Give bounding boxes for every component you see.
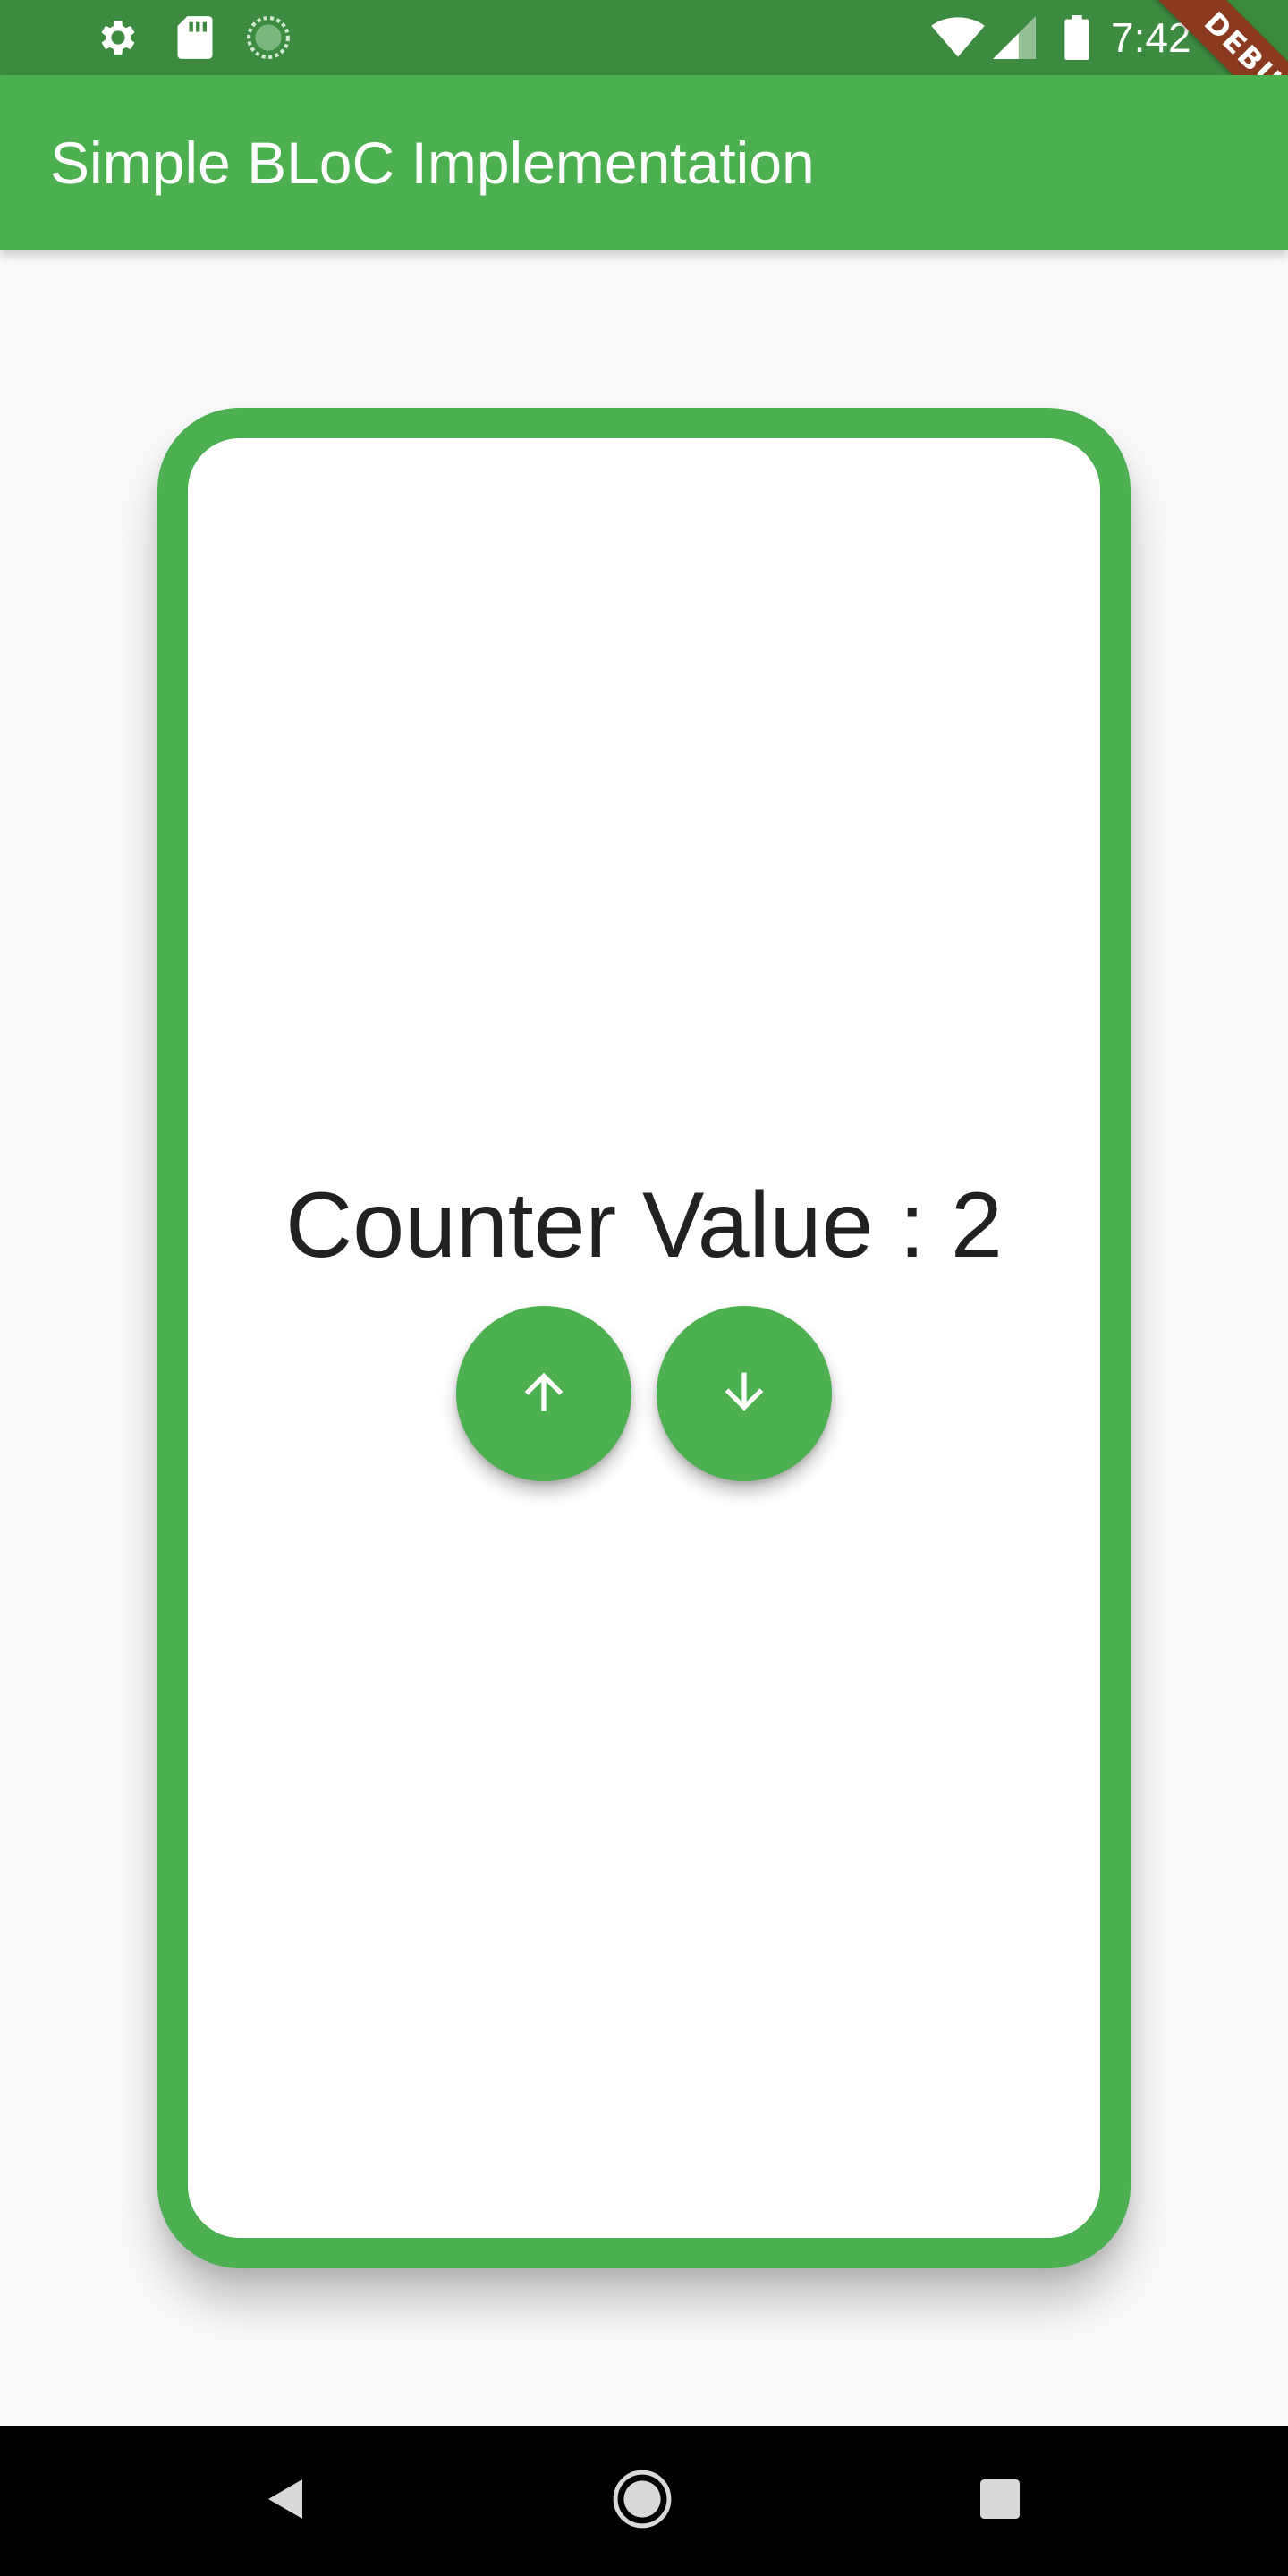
increment-button[interactable] (456, 1306, 631, 1481)
cell-signal-icon (991, 0, 1038, 75)
sd-card-icon (166, 0, 224, 75)
sync-icon (240, 0, 297, 75)
arrow-down-icon (716, 1363, 773, 1425)
counter-card (157, 408, 1131, 2268)
back-icon (267, 2478, 306, 2525)
recents-button[interactable] (946, 2426, 1054, 2576)
wifi-icon (927, 0, 989, 75)
gear-icon (89, 0, 147, 75)
counter-value-text: Counter Value : 2 (285, 1174, 1003, 1277)
home-icon (613, 2470, 672, 2533)
status-bar: 7:42 (0, 0, 1288, 75)
app-title: Simple BLoC Implementation (50, 130, 815, 196)
back-button[interactable] (233, 2426, 340, 2576)
counter-card-body (188, 438, 1100, 2238)
navigation-bar (0, 2426, 1288, 2576)
arrow-up-icon (515, 1363, 572, 1425)
decrement-button[interactable] (657, 1306, 832, 1481)
app-bar: Simple BLoC Implementation (0, 75, 1288, 250)
recents-icon (980, 2479, 1020, 2523)
home-button[interactable] (589, 2426, 696, 2576)
battery-icon (1059, 0, 1095, 75)
